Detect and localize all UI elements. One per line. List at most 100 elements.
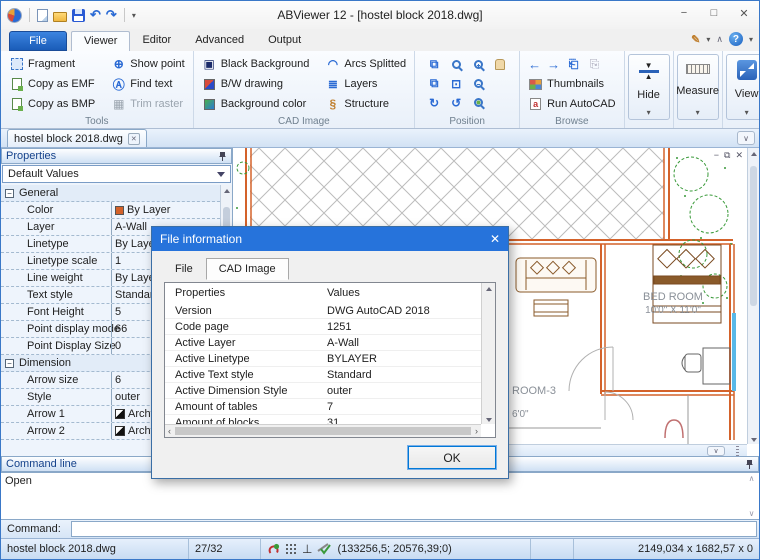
grid-toggle-icon[interactable] [285, 543, 297, 555]
run-autocad-button[interactable]: aRun AutoCAD [528, 95, 615, 113]
find-text-button[interactable]: ⒶFind text [111, 75, 184, 93]
tab-file[interactable]: File [9, 31, 67, 51]
mdi-minimize-icon[interactable]: − [714, 150, 719, 161]
zoom-window-icon[interactable] [452, 60, 461, 69]
collapse-box-icon[interactable]: − [5, 359, 14, 368]
command-history-text: Open [5, 475, 32, 487]
collapse-ribbon-icon[interactable]: ∧ [716, 34, 723, 45]
refresh-icon[interactable]: ↺ [449, 95, 464, 110]
minimize-button[interactable]: − [669, 1, 699, 25]
collapse-box-icon[interactable]: − [5, 189, 14, 198]
dialog-tab-file[interactable]: File [162, 258, 206, 280]
layers-button[interactable]: ≣Layers [325, 75, 406, 93]
tab-output[interactable]: Output [256, 31, 313, 51]
scroll-left-icon[interactable]: ‹ [168, 426, 171, 436]
pen-dropdown-icon[interactable]: ▾ [706, 35, 710, 44]
table-row[interactable]: VersionDWG AutoCAD 2018 [165, 303, 481, 319]
thumbnails-button[interactable]: Thumbnails [528, 75, 615, 93]
copy-view-icon[interactable]: ⧉ [427, 57, 442, 72]
new-file-icon[interactable] [37, 9, 48, 22]
title-bar: ABViewer 12 - [hostel block 2018.dwg] ↶ … [1, 1, 759, 29]
command-input[interactable] [71, 521, 757, 537]
undo-icon[interactable]: ↶ [90, 7, 101, 23]
structure-button[interactable]: §Structure [325, 95, 406, 113]
ortho-toggle-icon[interactable]: ⊥ [302, 542, 312, 556]
measure-button[interactable]: Measure ▾ [677, 54, 719, 120]
black-background-button[interactable]: ▣Black Background [202, 55, 310, 73]
pin-icon[interactable] [218, 151, 227, 162]
tab-scroll-button[interactable]: ∨ [737, 131, 755, 145]
pan-hand-icon[interactable] [495, 59, 505, 70]
snap-toggle-icon[interactable] [267, 543, 280, 556]
table-row[interactable]: Amount of tables7 [165, 399, 481, 415]
table-row[interactable]: Code page1251 [165, 319, 481, 335]
show-point-button[interactable]: ⊕Show point [111, 55, 184, 73]
help-dropdown-icon[interactable]: ▾ [749, 35, 753, 44]
osnap-toggle-icon[interactable] [317, 543, 331, 555]
copy-as-emf-button[interactable]: Copy as EMF [9, 75, 95, 93]
qat-dropdown-icon[interactable]: ▾ [132, 11, 136, 20]
table-row[interactable]: Active Dimension Styleouter [165, 383, 481, 399]
layout-back-icon[interactable]: ⎗ [566, 57, 581, 72]
table-row[interactable]: Active LayerA-Wall [165, 335, 481, 351]
scroll-thumb[interactable] [175, 427, 471, 435]
dialog-title-bar[interactable]: File information ✕ [152, 227, 508, 251]
mdi-close-icon[interactable]: ✕ [735, 150, 743, 161]
document-tab[interactable]: hostel block 2018.dwg ✕ [7, 129, 147, 147]
view-button[interactable]: View ▾ [726, 54, 760, 120]
maximize-button[interactable]: □ [699, 1, 729, 25]
tab-advanced[interactable]: Advanced [183, 31, 256, 51]
command-scrollbar[interactable]: ∧ ∨ [746, 474, 757, 518]
ok-button[interactable]: OK [408, 446, 496, 469]
view-dropdown-icon[interactable]: ▾ [745, 108, 749, 117]
pen-style-icon[interactable]: ✎ [691, 33, 700, 46]
table-row[interactable]: Active LinetypeBYLAYER [165, 351, 481, 367]
pin-icon[interactable] [745, 459, 754, 470]
ribbon-group-cad-image: ▣Black Background ◠Arcs Splitted B/W dra… [194, 51, 415, 128]
zoom-out-icon[interactable] [474, 79, 483, 88]
paste-view-icon[interactable]: ⧉ [427, 76, 442, 91]
property-row[interactable]: ColorBy Layer [1, 202, 220, 219]
zoom-previous-icon[interactable] [474, 98, 483, 107]
help-icon[interactable]: ? [729, 32, 743, 46]
mdi-restore-icon[interactable]: ⧉ [724, 150, 730, 161]
dialog-close-icon[interactable]: ✕ [490, 232, 500, 246]
table-vertical-scrollbar[interactable] [481, 283, 495, 424]
property-section[interactable]: −General [1, 185, 220, 202]
window-controls: − □ ✕ [669, 1, 759, 25]
document-tab-close-icon[interactable]: ✕ [128, 133, 140, 145]
save-icon[interactable] [72, 9, 85, 22]
bw-drawing-button[interactable]: B/W drawing [202, 75, 310, 93]
table-horizontal-scrollbar[interactable]: ‹ › [165, 424, 481, 437]
fragment-button[interactable]: Fragment [9, 55, 95, 73]
arcs-splitted-button[interactable]: ◠Arcs Splitted [325, 55, 406, 73]
fit-to-window-icon[interactable]: ⊡ [449, 76, 464, 91]
status-page-counter: 27/32 [189, 539, 261, 559]
tab-editor[interactable]: Editor [130, 31, 183, 51]
tab-viewer[interactable]: Viewer [71, 31, 130, 51]
dialog-tab-cad-image[interactable]: CAD Image [206, 258, 289, 280]
forward-icon[interactable]: → [547, 57, 560, 72]
hide-button[interactable]: ▼▲ Hide ▾ [628, 54, 670, 120]
dialog-tabs: File CAD Image [152, 251, 508, 280]
hide-dropdown-icon[interactable]: ▾ [647, 108, 651, 117]
background-color-button[interactable]: Background color [202, 95, 310, 113]
vertical-scrollbar[interactable] [747, 148, 759, 444]
redo-icon[interactable]: ↷ [106, 7, 117, 23]
archtick-icon [115, 409, 125, 419]
table-row[interactable]: Amount of blocks31 [165, 415, 481, 424]
close-button[interactable]: ✕ [729, 1, 759, 25]
command-history[interactable]: Open [1, 472, 759, 520]
group-label-position: Position [415, 116, 519, 127]
scroll-right-icon[interactable]: › [475, 426, 478, 436]
table-row[interactable]: Active Text styleStandard [165, 367, 481, 383]
measure-dropdown-icon[interactable]: ▾ [696, 108, 700, 117]
zoom-in-icon[interactable] [474, 60, 483, 69]
open-file-icon[interactable] [53, 12, 67, 22]
view-icon [737, 60, 757, 80]
back-icon[interactable]: ← [528, 57, 541, 72]
scroll-options-button[interactable]: ∨ [707, 446, 725, 456]
copy-as-bmp-button[interactable]: Copy as BMP [9, 95, 95, 113]
preset-dropdown[interactable]: Default Values [2, 165, 231, 183]
rotate-icon[interactable]: ↻ [427, 95, 442, 110]
